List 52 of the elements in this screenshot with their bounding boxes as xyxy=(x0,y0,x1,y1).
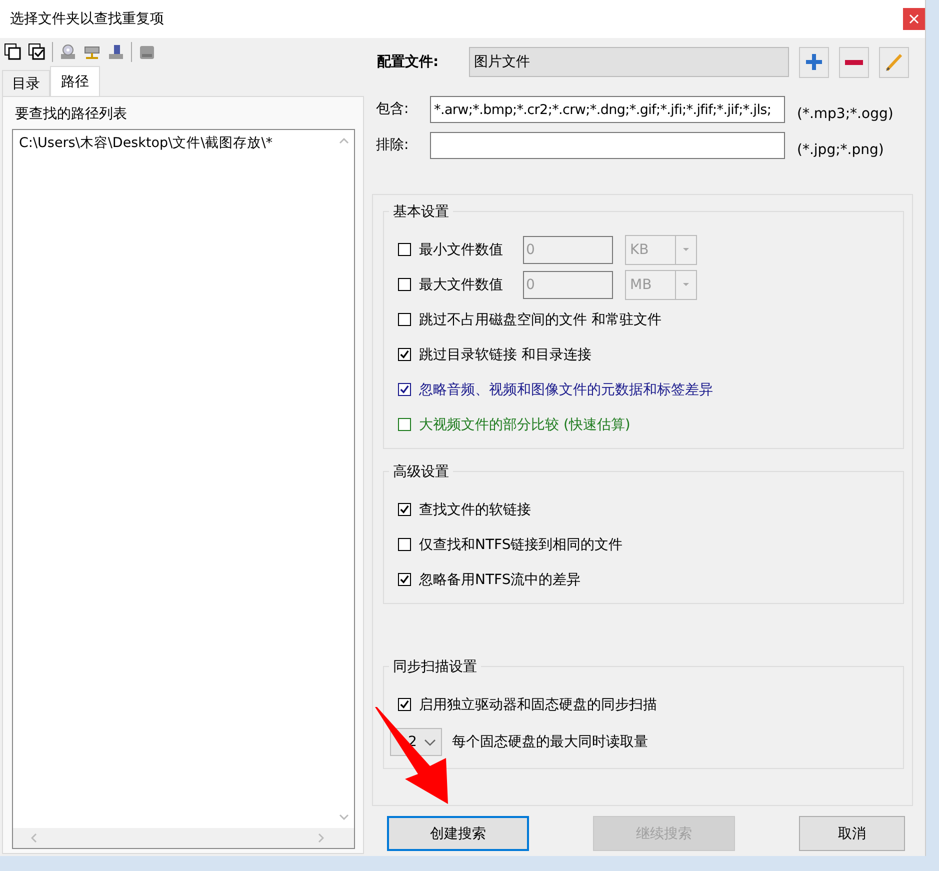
group-title: 高级设置 xyxy=(389,463,453,481)
dialog-button[interactable]: 取消 xyxy=(799,816,905,851)
chevron-down-icon xyxy=(424,738,436,746)
filter-label: 排除: xyxy=(375,136,410,154)
filter-field[interactable] xyxy=(430,132,785,159)
tab[interactable]: 目录 xyxy=(2,70,50,96)
path-list[interactable]: C:\Users\木容\Desktop\文件\截图存放\* xyxy=(12,129,355,849)
option-label: 跳过不占用磁盘空间的文件 和常驻文件 xyxy=(419,310,662,328)
option-label: 仅查找和NTFS链接到相同的文件 xyxy=(419,536,623,554)
group-title: 同步扫描设置 xyxy=(389,658,481,676)
list-title: 要查找的路径列表 xyxy=(14,105,128,124)
filter-hint: (*.mp3;*.ogg) xyxy=(797,105,894,122)
tab[interactable]: 路径 xyxy=(50,66,100,96)
checkbox[interactable] xyxy=(398,573,411,586)
checkbox[interactable] xyxy=(398,383,411,396)
checked-copy-icon[interactable] xyxy=(28,43,46,61)
dialog-button[interactable]: 创建搜索 xyxy=(387,816,529,851)
option-label: 大视频文件的部分比较 (快速估算) xyxy=(419,416,630,434)
option-label: 忽略备用NTFS流中的差异 xyxy=(419,570,581,588)
caret-icon xyxy=(682,282,690,287)
option-label: 跳过目录软链接 和目录连接 xyxy=(419,346,592,364)
close-icon xyxy=(909,14,919,24)
filter-field[interactable]: *.arw;*.bmp;*.cr2;*.crw;*.dng;*.gif;*.jfi;*.jfif;*.jif;*.jls; xyxy=(430,96,785,123)
pencil-icon xyxy=(883,51,905,73)
minus-icon xyxy=(845,60,863,64)
checkbox[interactable] xyxy=(398,418,411,431)
checkbox[interactable] xyxy=(398,538,411,551)
option-label: 查找文件的软链接 xyxy=(419,500,531,518)
option-label: 最大文件数值 xyxy=(419,276,503,294)
profile-field[interactable]: 图片文件 xyxy=(469,47,789,77)
checkbox[interactable] xyxy=(398,313,411,326)
caret-icon xyxy=(682,247,690,252)
checkbox[interactable] xyxy=(398,698,411,711)
option-label: 忽略音频、视频和图像文件的元数据和标签差异 xyxy=(419,380,713,398)
drive-icon[interactable] xyxy=(107,43,125,61)
path-item[interactable]: C:\Users\木容\Desktop\文件\截图存放\* xyxy=(19,134,328,152)
option-label: 启用独立驱动器和固态硬盘的同步扫描 xyxy=(419,696,657,714)
filter-label: 包含: xyxy=(375,100,410,118)
copy-icon[interactable] xyxy=(4,43,22,61)
option-label: 最小文件数值 xyxy=(419,240,503,258)
filter-hint: (*.jpg;*.png) xyxy=(797,141,884,158)
checkbox[interactable] xyxy=(398,348,411,361)
option-label: 每个固态硬盘的最大同时读取量 xyxy=(452,733,648,751)
profile-label: 配置文件: xyxy=(376,53,440,71)
window-title: 选择文件夹以查找重复项 xyxy=(10,10,164,28)
checkbox[interactable] xyxy=(398,503,411,516)
add-button[interactable] xyxy=(799,46,829,78)
close-button[interactable] xyxy=(903,8,925,30)
group-title: 基本设置 xyxy=(389,203,453,221)
plus-icon xyxy=(803,51,825,73)
cd-drive-icon[interactable] xyxy=(59,43,77,61)
remove-button[interactable] xyxy=(839,46,869,78)
